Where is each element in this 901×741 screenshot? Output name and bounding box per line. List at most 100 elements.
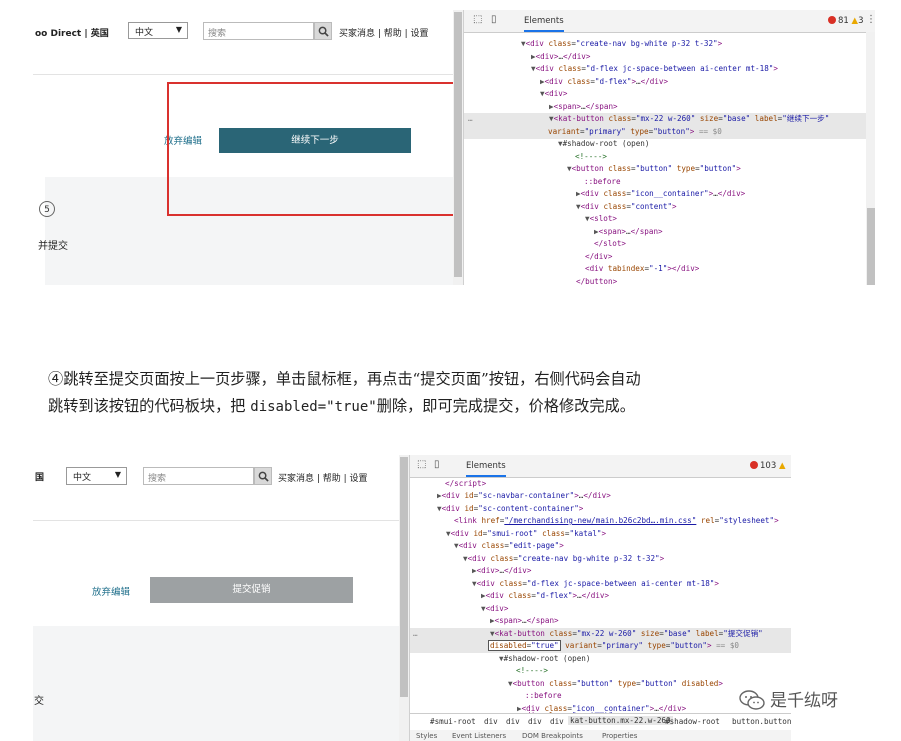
tab-styles[interactable]: Styles <box>416 732 437 740</box>
dom-line[interactable]: ▼<div class="create-nav bg-white p-32 t-… <box>463 553 664 566</box>
paragraph-text: 删除，即可完成提交，价格修改完成。 <box>376 397 635 415</box>
devtools-panel: ⬚ ▯ Elements 103 ▲ </script> ▶<div id="s… <box>409 455 791 741</box>
language-select[interactable]: 中文 ▼ <box>128 22 188 39</box>
tab-properties[interactable]: Properties <box>602 732 637 740</box>
dom-line-selected[interactable]: disabled="true" variant="primary" type="… <box>410 640 791 653</box>
wechat-icon <box>739 690 765 710</box>
page-scrollbar[interactable] <box>399 455 409 741</box>
screenshot-bottom: 国 中文 ▼ 搜索 买家消息 | 帮助 | 设置 放弃编辑 提交促销 交 ⬚ ▯… <box>33 455 791 741</box>
dom-line[interactable]: ▼<button class="button" type="button" di… <box>508 678 723 691</box>
dom-line[interactable]: ▼<div id="sc-content-container"> <box>437 503 583 516</box>
language-value: 中文 <box>73 473 92 483</box>
header-links[interactable]: 买家消息 | 帮助 | 设置 <box>278 471 368 484</box>
dom-line-selected[interactable]: … ▼<kat-button class="mx-22 w-260" size="… <box>464 113 866 126</box>
seller-page: oo Direct | 英国 中文 ▼ 搜索 买家消息 | 帮助 | 设置 放弃… <box>33 10 471 285</box>
seller-page: 国 中文 ▼ 搜索 买家消息 | 帮助 | 设置 放弃编辑 提交促销 交 <box>33 455 399 741</box>
dom-line[interactable]: <!----> <box>516 665 548 678</box>
dom-line[interactable]: <div tabindex="-1"></div> <box>585 263 699 276</box>
error-icon <box>828 16 836 24</box>
device-icon[interactable]: ▯ <box>491 14 497 25</box>
paragraph-line-2: 跳转到该按钮的代码板块，把 disabled="true"删除，即可完成提交，价… <box>48 393 888 421</box>
page-scrollbar-thumb[interactable] <box>454 12 462 277</box>
dom-line[interactable]: <link href="/merchandising-new/main.b26c… <box>454 515 779 528</box>
dom-line[interactable]: ▶<div class="d-flex">…</div> <box>481 590 609 603</box>
devtools-scrollbar-thumb[interactable] <box>867 208 875 285</box>
screenshot-top: oo Direct | 英国 中文 ▼ 搜索 买家消息 | 帮助 | 设置 放弃… <box>33 10 875 285</box>
dom-line[interactable]: ▶<span>…</span> <box>594 226 663 239</box>
breadcrumb-item-active[interactable]: kat-button.mx-22.w-260 <box>568 716 673 725</box>
tab-elements[interactable]: Elements <box>524 16 564 32</box>
dom-line[interactable]: ▶<div class="icon__container">…</div> <box>576 188 745 201</box>
dom-line[interactable]: ▼<div> <box>481 603 508 616</box>
dom-line[interactable]: ▼#shadow-root (open) <box>499 653 590 666</box>
header-links[interactable]: 买家消息 | 帮助 | 设置 <box>339 26 429 39</box>
dom-line[interactable]: </button> <box>576 276 617 285</box>
dom-line[interactable]: ▼<div class="d-flex jc-space-between ai-… <box>472 578 719 591</box>
devtools-toolbar: ⬚ ▯ Elements 103 ▲ <box>410 455 791 478</box>
site-name: oo Direct | 英国 <box>35 29 109 39</box>
paragraph-code: disabled="true" <box>250 399 377 415</box>
error-count: 103 ▲ <box>750 461 785 471</box>
search-button[interactable] <box>314 22 332 40</box>
highlight-box <box>167 82 471 216</box>
language-select[interactable]: 中文 ▼ <box>66 467 127 485</box>
dom-line[interactable]: <!----> <box>575 151 607 164</box>
page-scrollbar-thumb[interactable] <box>400 457 408 697</box>
tab-elements[interactable]: Elements <box>466 461 506 477</box>
breadcrumb-item[interactable]: div <box>528 717 542 726</box>
breadcrumb-item[interactable]: div <box>506 717 520 726</box>
styles-tab-bar: Styles Event Listeners DOM Breakpoints P… <box>410 730 791 741</box>
device-icon[interactable]: ▯ <box>434 459 440 470</box>
inspect-icon[interactable]: ⬚ <box>473 14 482 25</box>
paragraph-line-1: ④跳转至提交页面按上一页步骤，单击鼠标框，再点击“提交页面”按钮，右侧代码会自动 <box>48 370 641 388</box>
breadcrumb-item[interactable]: #smui-root <box>430 717 476 726</box>
dom-line[interactable]: </script> <box>445 478 486 491</box>
dom-line[interactable]: ▶<div class="d-flex">…</div> <box>540 76 668 89</box>
tab-event-listeners[interactable]: Event Listeners <box>452 732 506 740</box>
dom-line[interactable]: ▶<span>…</span> <box>549 101 618 114</box>
watermark-text: 是千纮呀 <box>770 691 838 711</box>
error-count: 81 ▲3 <box>828 16 864 26</box>
breadcrumb-item[interactable]: button.button <box>732 717 791 726</box>
dom-line[interactable]: ::before <box>584 176 621 189</box>
inspect-icon[interactable]: ⬚ <box>417 459 426 470</box>
more-icon[interactable]: ⋮ <box>866 14 875 25</box>
discard-edit-link[interactable]: 放弃编辑 <box>92 584 130 598</box>
tab-dom-breakpoints[interactable]: DOM Breakpoints <box>522 732 583 740</box>
paragraph-text: 跳转到该按钮的代码板块，把 <box>48 397 251 415</box>
search-input[interactable]: 搜索 <box>203 22 314 40</box>
disabled-attribute[interactable]: disabled="true" <box>488 640 561 651</box>
dom-line[interactable]: ▼<div class="d-flex jc-space-between ai-… <box>531 63 778 76</box>
dom-line[interactable]: ▶<div>…</div> <box>472 565 531 578</box>
search-button[interactable] <box>254 467 272 485</box>
dom-line[interactable]: ▼<div id="smui-root" class="katal"> <box>446 528 606 541</box>
divider <box>33 520 399 521</box>
dom-line[interactable]: ::before <box>525 690 562 703</box>
dom-line[interactable]: ▼#shadow-root (open) <box>558 138 649 151</box>
dom-line[interactable]: ▶<span>…</span> <box>490 615 559 628</box>
dom-line[interactable]: ▼<div class="create-nav bg-white p-32 t-… <box>521 38 722 51</box>
dom-line[interactable]: ▶<div id="sc-navbar-container">…</div> <box>437 490 611 503</box>
search-input[interactable]: 搜索 <box>143 467 254 485</box>
warning-icon: ▲ <box>778 461 786 471</box>
chevron-down-icon: ▼ <box>175 25 182 34</box>
breadcrumb-item[interactable]: div <box>484 717 498 726</box>
instruction-paragraph: ④跳转至提交页面按上一页步骤，单击鼠标框，再点击“提交页面”按钮，右侧代码会自动… <box>48 366 888 421</box>
page-scrollbar[interactable] <box>453 10 463 285</box>
dom-line-selected[interactable]: variant="primary" type="button"> == $0 <box>464 126 866 139</box>
dom-line[interactable]: ▼<div> <box>540 88 567 101</box>
dom-line[interactable]: ▼<div class="content"> <box>576 201 677 214</box>
dom-line[interactable]: ▼<button class="button" type="button"> <box>567 163 741 176</box>
dom-line[interactable]: ▼<div class="edit-page"> <box>454 540 564 553</box>
breadcrumb-item[interactable]: #shadow-root <box>665 717 720 726</box>
side-fragment: 交 <box>34 696 44 707</box>
dom-line[interactable]: ▶<div>…</div> <box>531 51 590 64</box>
dom-line[interactable]: </slot> <box>594 238 626 251</box>
submit-promotion-button[interactable]: 提交促销 <box>150 577 353 603</box>
dom-line-selected[interactable]: … ▼<kat-button class="mx-22 w-260" size="… <box>410 628 791 641</box>
breadcrumb-item[interactable]: div <box>550 717 564 726</box>
dom-line[interactable]: </div> <box>585 251 612 264</box>
devtools-scrollbar[interactable] <box>866 32 875 285</box>
dom-line[interactable]: ▼<slot> <box>585 213 617 226</box>
error-count-value: 81 <box>838 16 849 26</box>
